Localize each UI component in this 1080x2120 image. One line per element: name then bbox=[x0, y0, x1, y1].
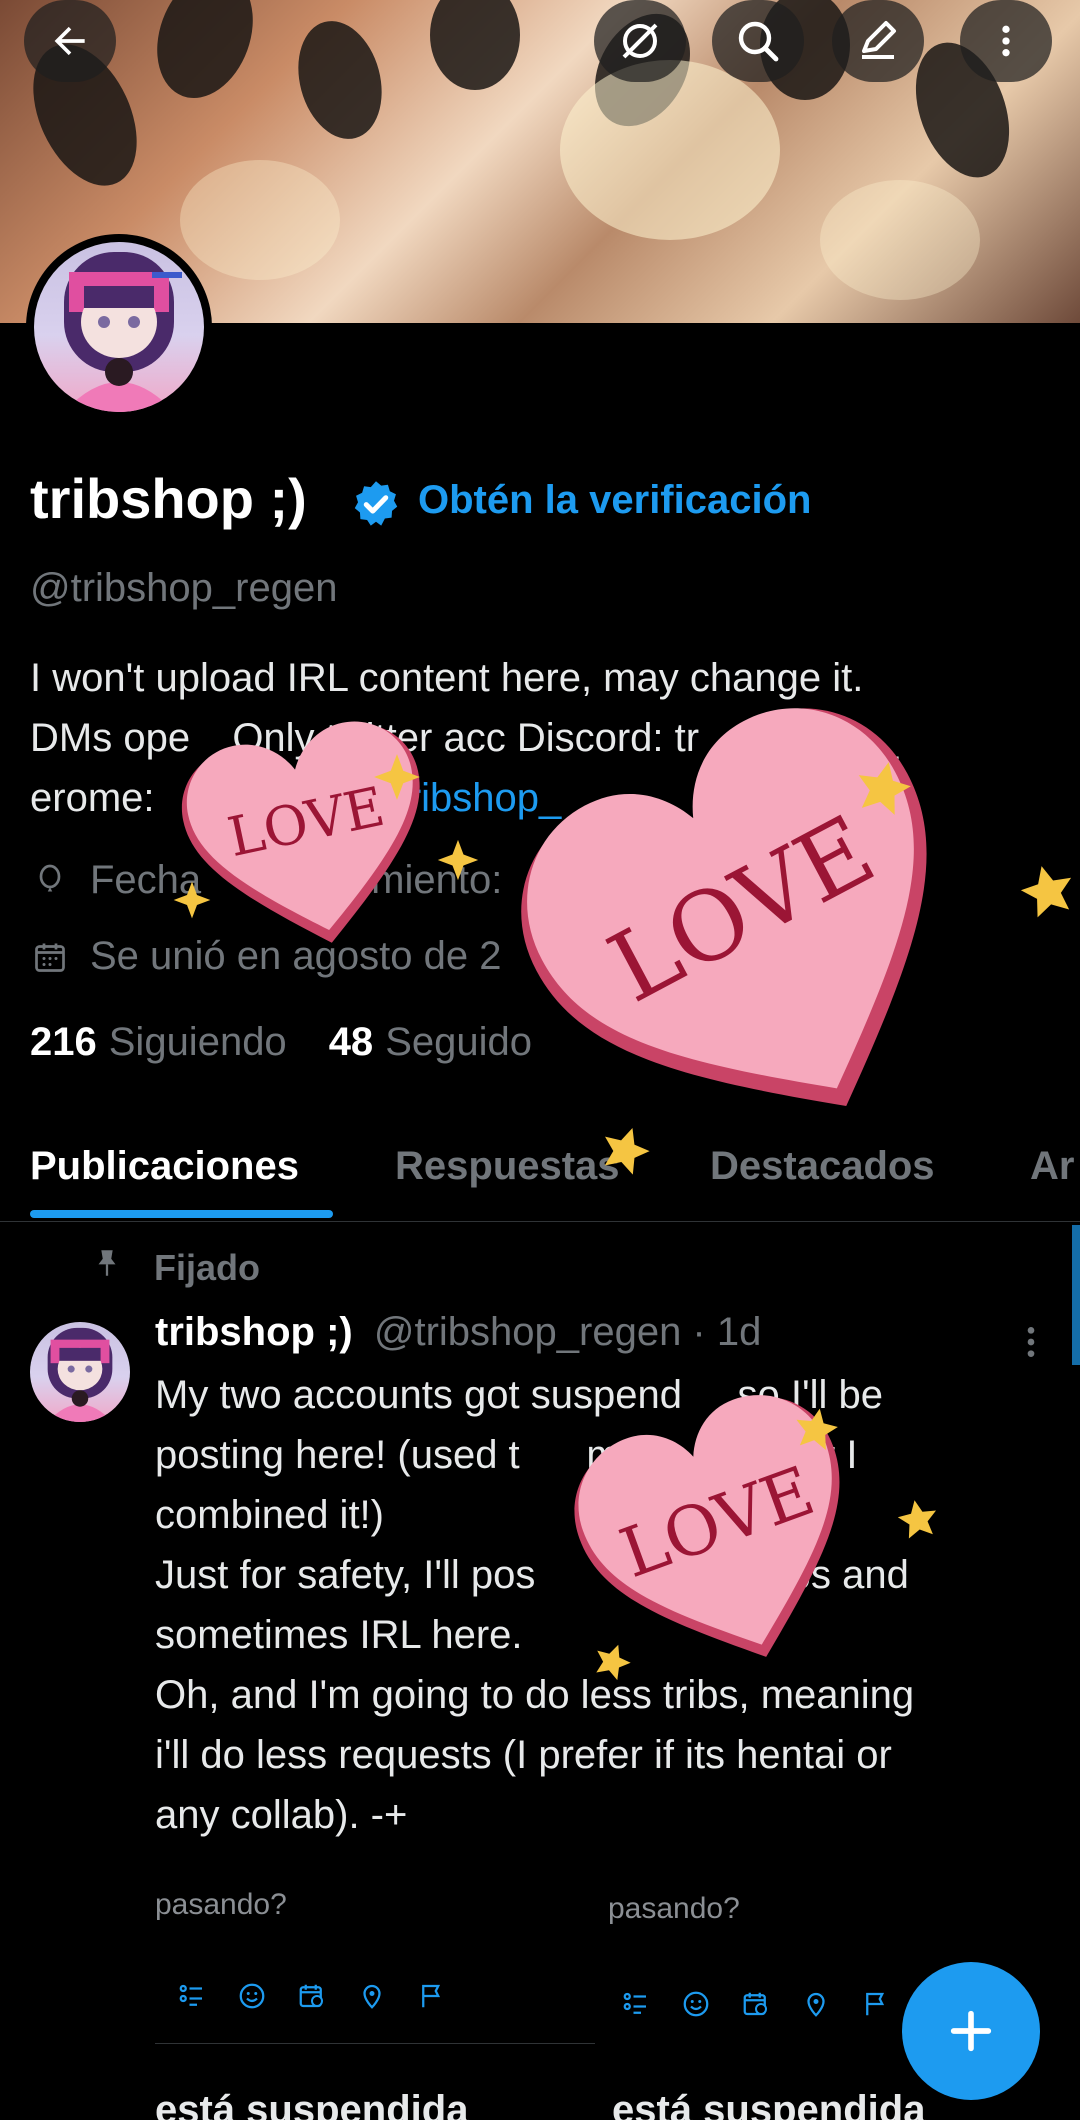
search-icon bbox=[738, 21, 779, 62]
star-icon bbox=[858, 762, 911, 815]
suspended-notice-left: está suspendida bbox=[155, 2088, 469, 2120]
verified-badge-icon bbox=[350, 478, 402, 535]
pinned-indicator: Fijado bbox=[90, 1246, 260, 1289]
edit-icon bbox=[862, 21, 896, 59]
schedule-icon[interactable] bbox=[296, 1980, 328, 2012]
post-more-button[interactable] bbox=[1020, 1322, 1042, 1367]
composer-placeholder-left[interactable]: pasando? bbox=[155, 1888, 287, 1922]
star-icon bbox=[173, 881, 211, 919]
emoji-icon[interactable] bbox=[680, 1988, 712, 2020]
following-link[interactable]: 216 Siguiendo bbox=[30, 1020, 287, 1065]
flag-icon[interactable] bbox=[860, 1988, 892, 2020]
profile-name: tribshop ;) bbox=[30, 467, 307, 530]
location-icon[interactable] bbox=[356, 1980, 388, 2012]
list-icon[interactable] bbox=[176, 1980, 208, 2012]
star-icon bbox=[374, 754, 420, 800]
more-vertical-icon bbox=[1027, 1327, 1035, 1357]
following-count: 216 bbox=[30, 1020, 97, 1064]
profile-avatar[interactable] bbox=[26, 234, 212, 420]
star-icon bbox=[1020, 866, 1072, 918]
post-author-handle: @tribshop_regen · 1d bbox=[373, 1310, 762, 1354]
back-button[interactable] bbox=[24, 0, 116, 82]
bio-text: DMs ope bbox=[30, 716, 191, 760]
emoji-icon[interactable] bbox=[236, 1980, 268, 2012]
divider bbox=[155, 2043, 595, 2044]
tab-articulos[interactable]: Ar bbox=[1030, 1144, 1074, 1189]
calendar-icon bbox=[30, 937, 70, 977]
scrollbar[interactable] bbox=[1072, 1225, 1080, 1365]
star-icon bbox=[796, 1408, 838, 1451]
composer-toolbar-right bbox=[620, 1988, 892, 2020]
more-button[interactable] bbox=[960, 0, 1052, 82]
active-tab-indicator bbox=[30, 1210, 333, 1218]
balloon-icon bbox=[30, 861, 70, 901]
composer-placeholder-right[interactable]: pasando? bbox=[608, 1892, 740, 1926]
edit-button[interactable] bbox=[832, 0, 924, 82]
plus-icon bbox=[950, 2010, 992, 2052]
profile-handle: @tribshop_regen bbox=[30, 566, 338, 610]
grok-button[interactable] bbox=[594, 0, 686, 82]
tab-destacados[interactable]: Destacados bbox=[710, 1144, 935, 1189]
follow-stats: 216 Siguiendo 48 Seguido bbox=[30, 1020, 532, 1065]
star-icon bbox=[437, 839, 479, 881]
compose-post-button[interactable] bbox=[902, 1962, 1040, 2100]
star-icon bbox=[596, 1644, 631, 1681]
tab-publicaciones[interactable]: Publicaciones bbox=[30, 1144, 299, 1189]
arrow-left-icon bbox=[54, 26, 85, 56]
list-icon[interactable] bbox=[620, 1988, 652, 2020]
get-verified-link[interactable]: Obtén la verificación bbox=[418, 478, 811, 523]
avatar-image bbox=[34, 242, 204, 412]
pin-icon bbox=[90, 1246, 124, 1289]
post-author-name[interactable]: tribshop ;) bbox=[155, 1310, 353, 1354]
bio-line-1: I won't upload IRL content here, may cha… bbox=[30, 656, 864, 700]
love-heart-sticker: LOVE bbox=[521, 708, 927, 1107]
post-header: tribshop ;) @tribshop_regen · 1d bbox=[155, 1310, 761, 1355]
following-label: Siguiendo bbox=[108, 1020, 287, 1064]
followers-link[interactable]: 48 Seguido bbox=[329, 1020, 532, 1065]
post-line: i'll do less requests (I prefer if its h… bbox=[155, 1733, 892, 1777]
schedule-icon[interactable] bbox=[740, 1988, 772, 2020]
location-icon[interactable] bbox=[800, 1988, 832, 2020]
tab-respuestas[interactable]: Respuestas bbox=[395, 1144, 620, 1189]
pinned-label: Fijado bbox=[154, 1246, 260, 1288]
followers-count: 48 bbox=[328, 1020, 374, 1064]
star-icon bbox=[604, 1128, 650, 1175]
grok-icon bbox=[622, 23, 658, 59]
post-line: any collab). -+ bbox=[155, 1793, 408, 1837]
star-icon bbox=[897, 1500, 937, 1539]
flag-icon[interactable] bbox=[416, 1980, 448, 2012]
post-avatar[interactable] bbox=[30, 1322, 130, 1422]
bio-text: erome: bbox=[30, 776, 166, 820]
search-button[interactable] bbox=[712, 0, 804, 82]
composer-toolbar-left bbox=[176, 1980, 448, 2012]
more-vertical-icon bbox=[1002, 25, 1010, 57]
suspended-notice-right: está suspendida bbox=[612, 2088, 926, 2120]
